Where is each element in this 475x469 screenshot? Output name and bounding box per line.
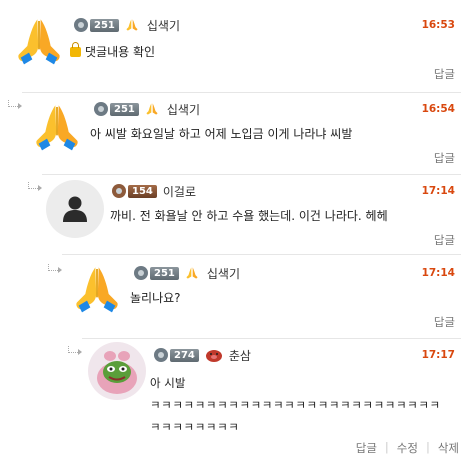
level-gear-icon — [134, 266, 148, 280]
separator — [82, 338, 461, 339]
praying-hands-icon[interactable] — [10, 12, 68, 70]
praying-hands-icon — [145, 101, 159, 117]
reply-button[interactable]: 답글 — [356, 440, 377, 456]
comment-time: 17:14 — [421, 185, 455, 197]
separator — [62, 254, 461, 255]
comment-item: 251 십색기 16:53 댓글내용 확인 답글 — [0, 0, 475, 92]
nickname[interactable]: 춘삼 — [229, 347, 251, 364]
nickname[interactable]: 십색기 — [207, 265, 240, 282]
level-badge: 274 — [154, 348, 199, 362]
nickname[interactable]: 십색기 — [167, 101, 200, 118]
pepe-frog-pig-icon[interactable] — [88, 342, 146, 400]
reply-arrow-icon — [8, 100, 22, 109]
comment-item: 251 십색기 16:54 아 씨발 화요일날 하고 어제 노입금 이게 나라냐… — [0, 92, 475, 174]
edit-button[interactable]: 수정 — [397, 440, 418, 456]
separator — [22, 92, 461, 93]
reply-button[interactable]: 답글 — [434, 314, 455, 330]
comment-text-line: 아 시발 — [150, 376, 186, 390]
level-badge: 251 — [74, 18, 119, 32]
comment-text: 까비. 전 화욜날 안 하고 수욜 했는데. 이건 나라다. 헤헤 — [110, 209, 388, 223]
nickname[interactable]: 십색기 — [147, 17, 180, 34]
praying-hands-icon[interactable] — [68, 260, 126, 318]
default-user-icon[interactable] — [46, 180, 104, 238]
comment-item: 154 이걸로 17:14 까비. 전 화욜날 안 하고 수욜 했는데. 이건 … — [0, 174, 475, 254]
comment-item: 274 춘삼 17:17 아 시발 ㅋㅋㅋㅋㅋㅋㅋㅋㅋㅋㅋㅋㅋㅋㅋㅋㅋㅋㅋㅋㅋㅋ… — [0, 338, 475, 469]
delete-button[interactable]: 삭제 — [438, 440, 459, 456]
comment-time: 16:53 — [421, 19, 455, 31]
level-badge: 251 — [94, 102, 139, 116]
pig-icon — [205, 350, 222, 362]
comment-text: 아 씨발 화요일날 하고 어제 노입금 이게 나라냐 씨발 — [90, 127, 353, 141]
level-gear-icon — [112, 184, 126, 198]
comment-time: 17:14 — [421, 267, 455, 279]
level-badge: 251 — [134, 266, 179, 280]
separator — [42, 174, 461, 175]
comment-text-line: ㅋㅋㅋㅋㅋㅋㅋㅋㅋㅋㅋㅋㅋㅋㅋㅋㅋㅋㅋㅋㅋㅋㅋㅋㅋㅋ — [150, 398, 441, 412]
nickname[interactable]: 이걸로 — [163, 183, 196, 200]
comment-item: 251 십색기 17:14 놀리나요? 답글 — [0, 254, 475, 338]
reply-arrow-icon — [68, 346, 82, 355]
reply-arrow-icon — [48, 264, 62, 273]
comment-actions: 답글 | 수정 | 삭제 — [356, 440, 459, 456]
reply-button[interactable]: 답글 — [434, 66, 455, 82]
divider: | — [384, 440, 389, 454]
comment-text: 놀리나요? — [130, 291, 181, 305]
reply-button[interactable]: 답글 — [434, 232, 455, 248]
level-badge: 154 — [112, 184, 157, 198]
level-gear-icon — [154, 348, 168, 362]
lock-icon — [70, 42, 81, 57]
reply-arrow-icon — [28, 182, 42, 191]
reply-button[interactable]: 답글 — [434, 150, 455, 166]
praying-hands-icon[interactable] — [28, 98, 86, 156]
comment-text: 댓글내용 확인 — [85, 45, 156, 59]
comment-time: 16:54 — [421, 103, 455, 115]
praying-hands-icon — [125, 17, 139, 33]
comment-time: 17:17 — [421, 349, 455, 361]
divider: | — [425, 440, 430, 454]
comment-text-wrap: 댓글내용 확인 — [70, 42, 156, 61]
level-gear-icon — [94, 102, 108, 116]
level-gear-icon — [74, 18, 88, 32]
comment-text-line: ㅋㅋㅋㅋㅋㅋㅋㅋ — [150, 420, 240, 434]
praying-hands-icon — [185, 265, 199, 281]
comment-text: 아 시발 ㅋㅋㅋㅋㅋㅋㅋㅋㅋㅋㅋㅋㅋㅋㅋㅋㅋㅋㅋㅋㅋㅋㅋㅋㅋㅋ ㅋㅋㅋㅋㅋㅋㅋㅋ — [150, 372, 441, 438]
